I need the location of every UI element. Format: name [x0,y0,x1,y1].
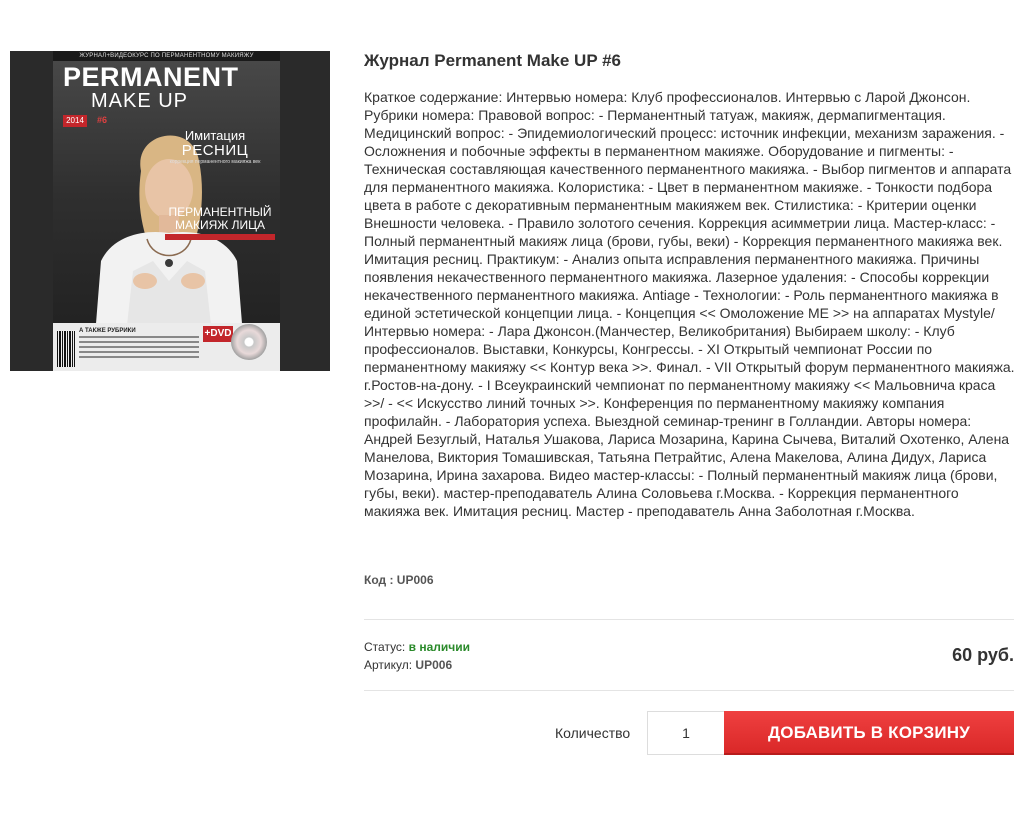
stock-status: Статус: в наличии [364,640,470,654]
magazine-cover: ЖУРНАЛ+ВИДЕОКУРС ПО ПЕРМАНЕНТНОМУ МАКИЯЖ… [53,51,280,371]
cover-bottom-panel: А ТАКЖЕ РУБРИКИ +DVD [53,323,280,371]
product-sku-label: Артикул: [364,658,413,672]
cover-rubrics-lines [79,336,199,361]
product-code-label: Код : [364,573,394,587]
cover-logo-main: PERMANENT [63,62,239,92]
cover-top-strip: ЖУРНАЛ+ВИДЕОКУРС ПО ПЕРМАНЕНТНОМУ МАКИЯЖ… [53,51,280,61]
product-sku: Артикул: UP006 [364,658,452,672]
add-to-cart-button[interactable]: ДОБАВИТЬ В КОРЗИНУ [724,711,1014,755]
cover-rubrics-title: А ТАКЖЕ РУБРИКИ [79,328,136,334]
dvd-disc-icon [231,324,267,360]
product-description: Краткое содержание: Интервью номера: Клу… [364,89,1015,519]
product-sku-value: UP006 [415,658,453,672]
cover-feature-line2: МАКИЯЖ ЛИЦА [174,218,266,232]
cover-headline-line2: РЕСНИЦ [181,142,249,159]
quantity-label: Количество [555,725,631,741]
product-code: Код : UP006 [364,573,434,587]
cover-headline-line1: Имитация [184,128,246,143]
product-code-value: UP006 [396,573,434,587]
product-cover-image[interactable]: ЖУРНАЛ+ВИДЕОКУРС ПО ПЕРМАНЕНТНОМУ МАКИЯЖ… [10,51,330,371]
cover-feature-bar [165,234,275,240]
stock-status-value: в наличии [408,640,470,654]
barcode-icon [57,331,75,367]
stock-status-label: Статус: [364,640,406,654]
cover-logo-sub: MAKE UP [91,90,189,112]
cover-dvd-badge: +DVD [203,326,233,342]
cover-logo: PERMANENT MAKE UP [63,63,273,111]
cover-feature: ПЕРМАНЕНТНЫЙ МАКИЯЖ ЛИЦА [165,206,275,240]
quantity-input[interactable] [647,711,724,755]
cover-headline-small: коррекция перманентного макияжа век [169,159,261,165]
product-price: 60 руб. [952,645,1014,665]
product-title: Журнал Permanent Make UP #6 [364,51,622,70]
divider-bottom [364,690,1014,691]
divider-top [364,619,1014,620]
cover-headline: Имитация РЕСНИЦ коррекция перманентного … [160,129,270,166]
